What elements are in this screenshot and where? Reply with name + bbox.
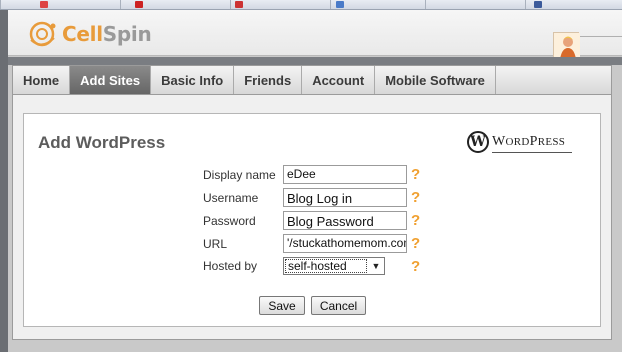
url-field[interactable]: '/stuckathomemom.com/ <box>283 234 407 253</box>
browser-tab[interactable] <box>425 0 525 9</box>
chevron-down-icon[interactable]: ▼ <box>368 258 384 274</box>
hosted-by-label: Hosted by <box>203 259 258 273</box>
header-divider <box>580 36 622 37</box>
wordmark-p: P <box>529 134 538 149</box>
tab-favicon-icon <box>40 1 48 8</box>
tab-favicon-icon <box>534 1 542 8</box>
wordmark-w: W <box>492 134 506 149</box>
wordmark-ord: ORD <box>505 136 530 148</box>
url-label: URL <box>203 237 228 251</box>
brand-name-part1: Cell <box>62 22 103 46</box>
nav-item-account[interactable]: Account <box>302 66 376 94</box>
wordmark-underline <box>492 152 572 153</box>
display-name-help-icon[interactable]: ? <box>411 166 420 183</box>
password-field[interactable]: Blog Password <box>283 211 407 230</box>
site-header: CellSpin <box>8 10 622 59</box>
browser-tab[interactable] <box>330 0 425 9</box>
username-help-icon[interactable]: ? <box>411 189 420 206</box>
cellspin-logo[interactable]: CellSpin <box>28 20 152 48</box>
page-title: Add WordPress <box>38 133 166 152</box>
tab-favicon-icon <box>135 1 143 8</box>
hosted-by-value: self-hosted <box>285 259 367 273</box>
wordmark-ress: RESS <box>537 136 566 148</box>
browser-tab-strip <box>0 0 622 10</box>
browser-tab[interactable] <box>0 0 120 9</box>
username-label: Username <box>203 191 259 205</box>
cancel-button[interactable]: Cancel <box>311 296 366 315</box>
nav-item-home[interactable]: Home <box>13 66 71 94</box>
wordpress-logo-icon: W <box>467 131 489 153</box>
wordpress-logo: W WORDPRESS <box>467 131 572 153</box>
tab-favicon-icon <box>235 1 243 8</box>
wordpress-wordmark: WORDPRESS <box>492 134 565 150</box>
save-button[interactable]: Save <box>259 296 305 315</box>
browser-tab[interactable] <box>230 0 330 9</box>
password-help-icon[interactable]: ? <box>411 212 420 229</box>
tab-favicon-icon <box>336 1 344 8</box>
hosted-by-select[interactable]: self-hosted ▼ <box>283 257 385 275</box>
user-avatar-icon[interactable] <box>553 32 580 59</box>
password-label: Password <box>203 214 256 228</box>
nav-item-friends[interactable]: Friends <box>234 66 303 94</box>
display-name-field[interactable]: eDee <box>283 165 407 184</box>
hosted-by-help-icon[interactable]: ? <box>411 258 420 275</box>
brand-name-part2: Spin <box>102 22 152 46</box>
nav-item-basic-info[interactable]: Basic Info <box>151 66 235 94</box>
display-name-label: Display name <box>203 168 276 182</box>
header-gap <box>8 57 622 65</box>
username-field[interactable]: Blog Log in <box>283 188 407 207</box>
url-help-icon[interactable]: ? <box>411 235 420 252</box>
nav-item-add-sites[interactable]: Add Sites <box>70 66 152 94</box>
nav-item-mobile-software[interactable]: Mobile Software <box>375 66 496 94</box>
cellspin-logo-icon <box>28 20 58 48</box>
brand-name: CellSpin <box>62 22 152 46</box>
main-nav: Home Add Sites Basic Info Friends Accoun… <box>12 65 612 95</box>
